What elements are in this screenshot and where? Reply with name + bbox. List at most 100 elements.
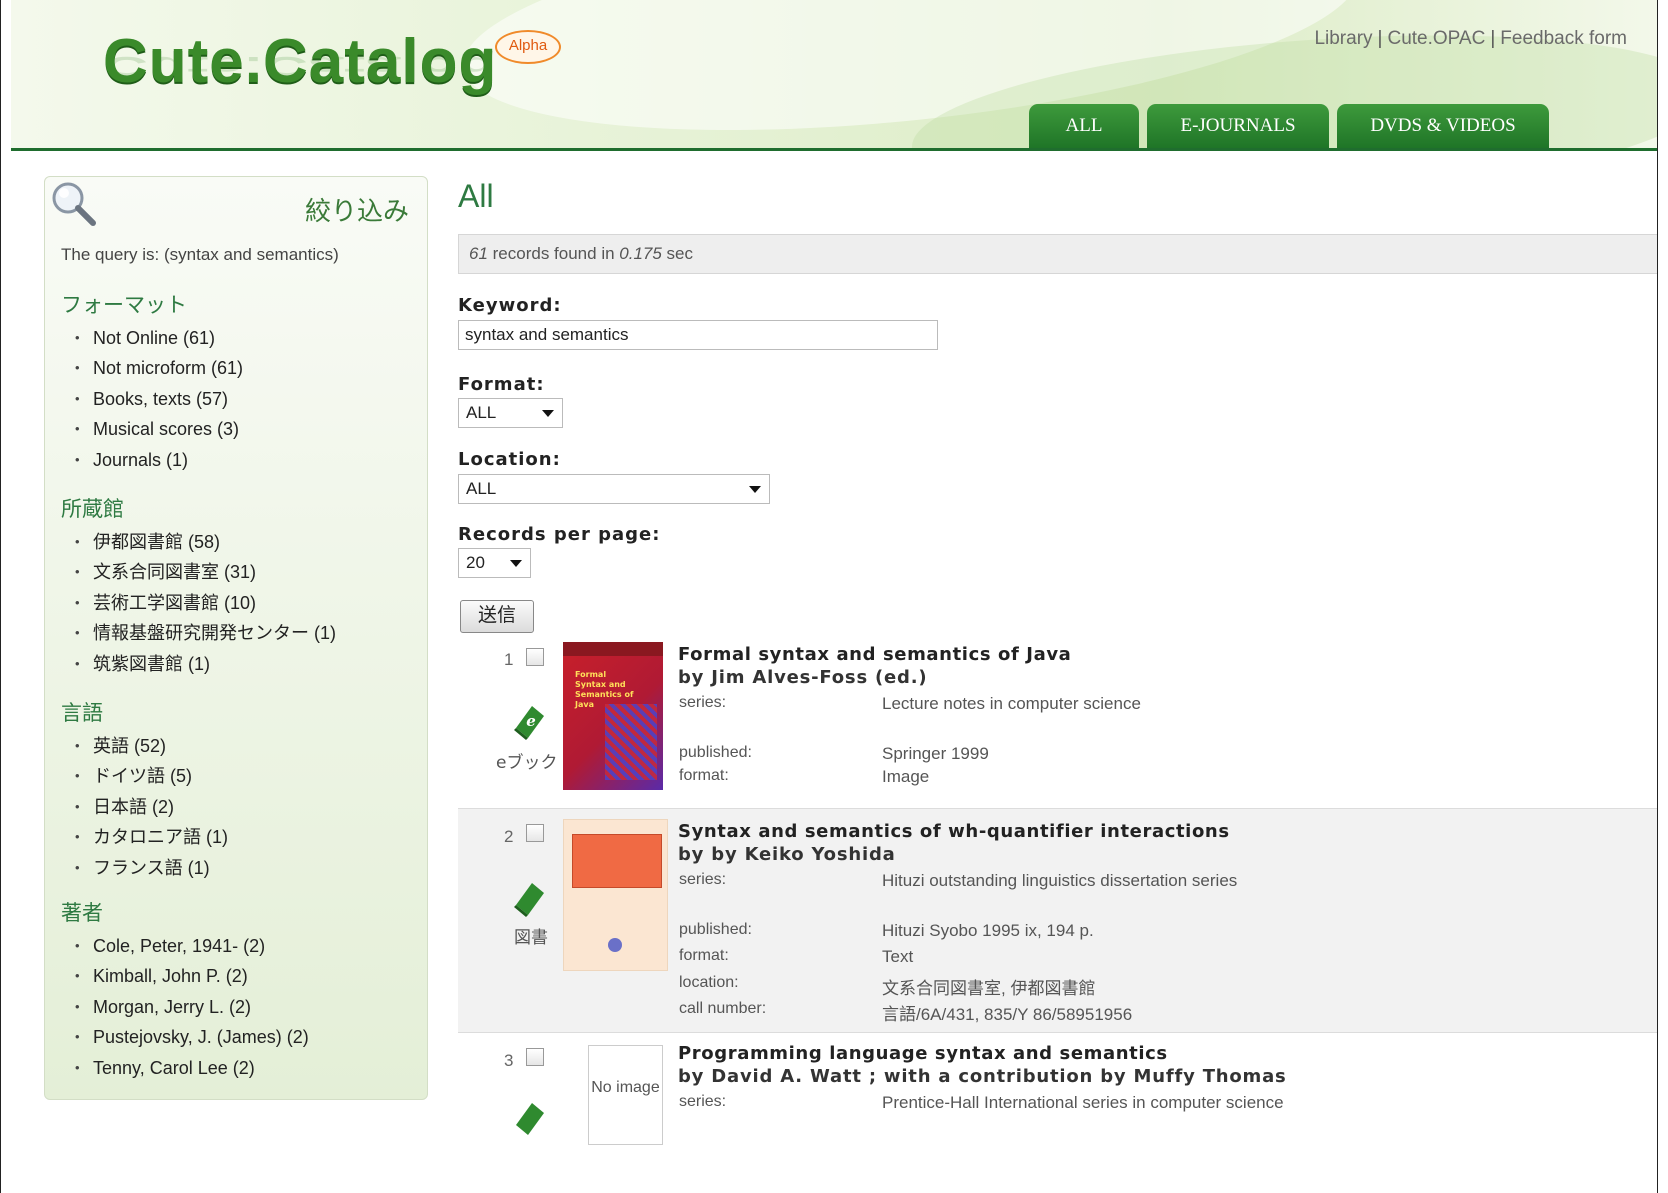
facet-language: 言語 英語 (52) ドイツ語 (5) 日本語 (2) カタロニア語 (1) フ… — [61, 697, 228, 883]
facet-item[interactable]: Journals (1) — [75, 445, 243, 475]
library-link[interactable]: Library — [1314, 28, 1372, 49]
record-title[interactable]: Formal syntax and semantics of Java — [678, 644, 1071, 665]
field-key: series: — [679, 694, 727, 711]
summary-text: sec — [661, 244, 694, 263]
book-icon — [514, 883, 544, 917]
facet-item[interactable]: Pustejovsky, J. (James) (2) — [75, 1022, 309, 1052]
facet-item[interactable]: ドイツ語 (5) — [75, 761, 228, 791]
field-value: Prentice-Hall International series in co… — [882, 1093, 1284, 1112]
record-author: by David A. Watt ; with a contribution b… — [678, 1066, 1287, 1087]
tab-all[interactable]: ALL — [1029, 104, 1139, 148]
tab-dvds-videos[interactable]: DVDS & VIDEOS — [1337, 104, 1549, 148]
facet-item[interactable]: Morgan, Jerry L. (2) — [75, 992, 309, 1022]
facet-item[interactable]: フランス語 (1) — [75, 853, 228, 883]
facet-item[interactable]: Not Online (61) — [75, 323, 243, 353]
record-title[interactable]: Syntax and semantics of wh-quantifier in… — [678, 821, 1230, 842]
feedback-form-link[interactable]: Feedback form — [1500, 28, 1627, 49]
cover-band — [563, 642, 663, 656]
type-label: eブック — [496, 753, 558, 773]
field-value: 文系合同図書室, 伊都図書館 — [882, 979, 1096, 998]
record-checkbox[interactable] — [526, 648, 544, 666]
keyword-input[interactable] — [458, 320, 938, 350]
field-value: Hituzi Syobo 1995 ix, 194 p. — [882, 921, 1094, 940]
keyword-label: Keyword: — [458, 295, 562, 316]
record-item: 1 e eブック Formal Syntax and Semantics of … — [458, 638, 1657, 808]
results-summary: 61 records found in 0.175 sec — [458, 234, 1657, 274]
cover-title-block — [572, 834, 662, 888]
field-value: Image — [882, 767, 930, 786]
record-title[interactable]: Programming language syntax and semantic… — [678, 1043, 1168, 1064]
facet-item[interactable]: Not microform (61) — [75, 353, 243, 383]
facet-item[interactable]: Books, texts (57) — [75, 384, 243, 414]
type-label: 図書 — [514, 928, 548, 948]
ebook-icon: e — [514, 706, 544, 740]
page-frame: Cute.Catalog Cute.Catalog Alpha Library |… — [0, 0, 1658, 1193]
facet-item[interactable]: カタロニア語 (1) — [75, 822, 228, 852]
magnifier-icon — [52, 182, 96, 226]
dropdown-arrow-icon — [749, 486, 761, 493]
facet-heading: 著者 — [61, 901, 103, 925]
facet-item[interactable]: Cole, Peter, 1941- (2) — [75, 931, 309, 961]
record-checkbox[interactable] — [526, 824, 544, 842]
facet-heading: 言語 — [61, 701, 103, 725]
facet-item[interactable]: 伊都図書館 (58) — [75, 527, 336, 557]
facet-item[interactable]: 芸術工学図書館 (10) — [75, 588, 336, 618]
logo-reflection: Cute.Catalog — [103, 50, 498, 82]
records-per-page-select[interactable]: 20 — [458, 548, 531, 578]
record-number: 3 — [504, 1051, 514, 1070]
facet-heading: 所蔵館 — [61, 497, 124, 521]
facet-format: フォーマット Not Online (61) Not microform (61… — [61, 289, 243, 475]
field-value: Springer 1999 — [882, 744, 989, 763]
record-item: 2 図書 Syntax and semantics of wh-quantifi… — [458, 808, 1657, 1033]
format-label: Format: — [458, 374, 545, 395]
location-select-value: ALL — [466, 479, 497, 498]
record-count: 61 — [469, 244, 488, 263]
query-text: The query is: (syntax and semantics) — [61, 245, 339, 264]
field-key: location: — [679, 974, 739, 991]
site-header: Cute.Catalog Cute.Catalog Alpha Library |… — [11, 0, 1657, 151]
book-icon — [516, 1103, 544, 1135]
field-key: published: — [679, 744, 752, 761]
field-value: Lecture notes in computer science — [882, 694, 1141, 713]
facet-item[interactable]: Musical scores (3) — [75, 414, 243, 444]
top-links: Library | Cute.OPAC | Feedback form — [1314, 28, 1627, 50]
facet-item[interactable]: Kimball, John P. (2) — [75, 961, 309, 991]
format-select[interactable]: ALL — [458, 398, 563, 428]
field-key: call number: — [679, 1000, 767, 1017]
record-item: 3 No image Programming language syntax a… — [458, 1033, 1657, 1193]
facet-item[interactable]: 英語 (52) — [75, 731, 228, 761]
publisher-logo-icon — [608, 938, 622, 952]
facet-location: 所蔵館 伊都図書館 (58) 文系合同図書室 (31) 芸術工学図書館 (10)… — [61, 493, 336, 679]
record-author: by by Keiko Yoshida — [678, 844, 896, 865]
field-value: Text — [882, 947, 914, 966]
page-title: All — [458, 178, 494, 214]
category-tabs: ALL E-JOURNALS DVDS & VIDEOS — [1029, 104, 1549, 148]
facet-item[interactable]: 情報基盤研究開発センター (1) — [75, 618, 336, 648]
format-select-value: ALL — [466, 403, 497, 422]
cover-pattern — [605, 704, 657, 780]
no-image-placeholder: No image — [588, 1045, 663, 1145]
tab-e-journals[interactable]: E-JOURNALS — [1147, 104, 1329, 148]
location-select[interactable]: ALL — [458, 474, 770, 504]
field-value: 言語/6A/431, 835/Y 86/58951956 — [882, 1005, 1133, 1024]
cute-opac-link[interactable]: Cute.OPAC — [1387, 28, 1485, 49]
dropdown-arrow-icon — [542, 410, 554, 417]
records-per-page-label: Records per page: — [458, 524, 661, 545]
location-label: Location: — [458, 449, 561, 470]
link-separator: | — [1377, 28, 1383, 49]
facet-item[interactable]: Tenny, Carol Lee (2) — [75, 1053, 309, 1083]
book-cover[interactable]: Formal Syntax and Semantics of Java — [563, 642, 663, 790]
facet-item[interactable]: 文系合同図書室 (31) — [75, 557, 336, 587]
facet-heading: フォーマット — [61, 293, 187, 317]
submit-button[interactable]: 送信 — [460, 600, 534, 633]
refine-sidebar: 絞り込み The query is: (syntax and semantics… — [44, 176, 428, 1100]
record-checkbox[interactable] — [526, 1048, 544, 1066]
alpha-badge: Alpha — [495, 30, 561, 64]
facet-item[interactable]: 日本語 (2) — [75, 792, 228, 822]
facet-item[interactable]: 筑紫図書館 (1) — [75, 649, 336, 679]
search-time: 0.175 — [619, 244, 662, 263]
record-number: 2 — [504, 827, 514, 846]
link-separator: | — [1490, 28, 1496, 49]
field-key: format: — [679, 947, 729, 964]
book-cover[interactable] — [563, 819, 668, 971]
